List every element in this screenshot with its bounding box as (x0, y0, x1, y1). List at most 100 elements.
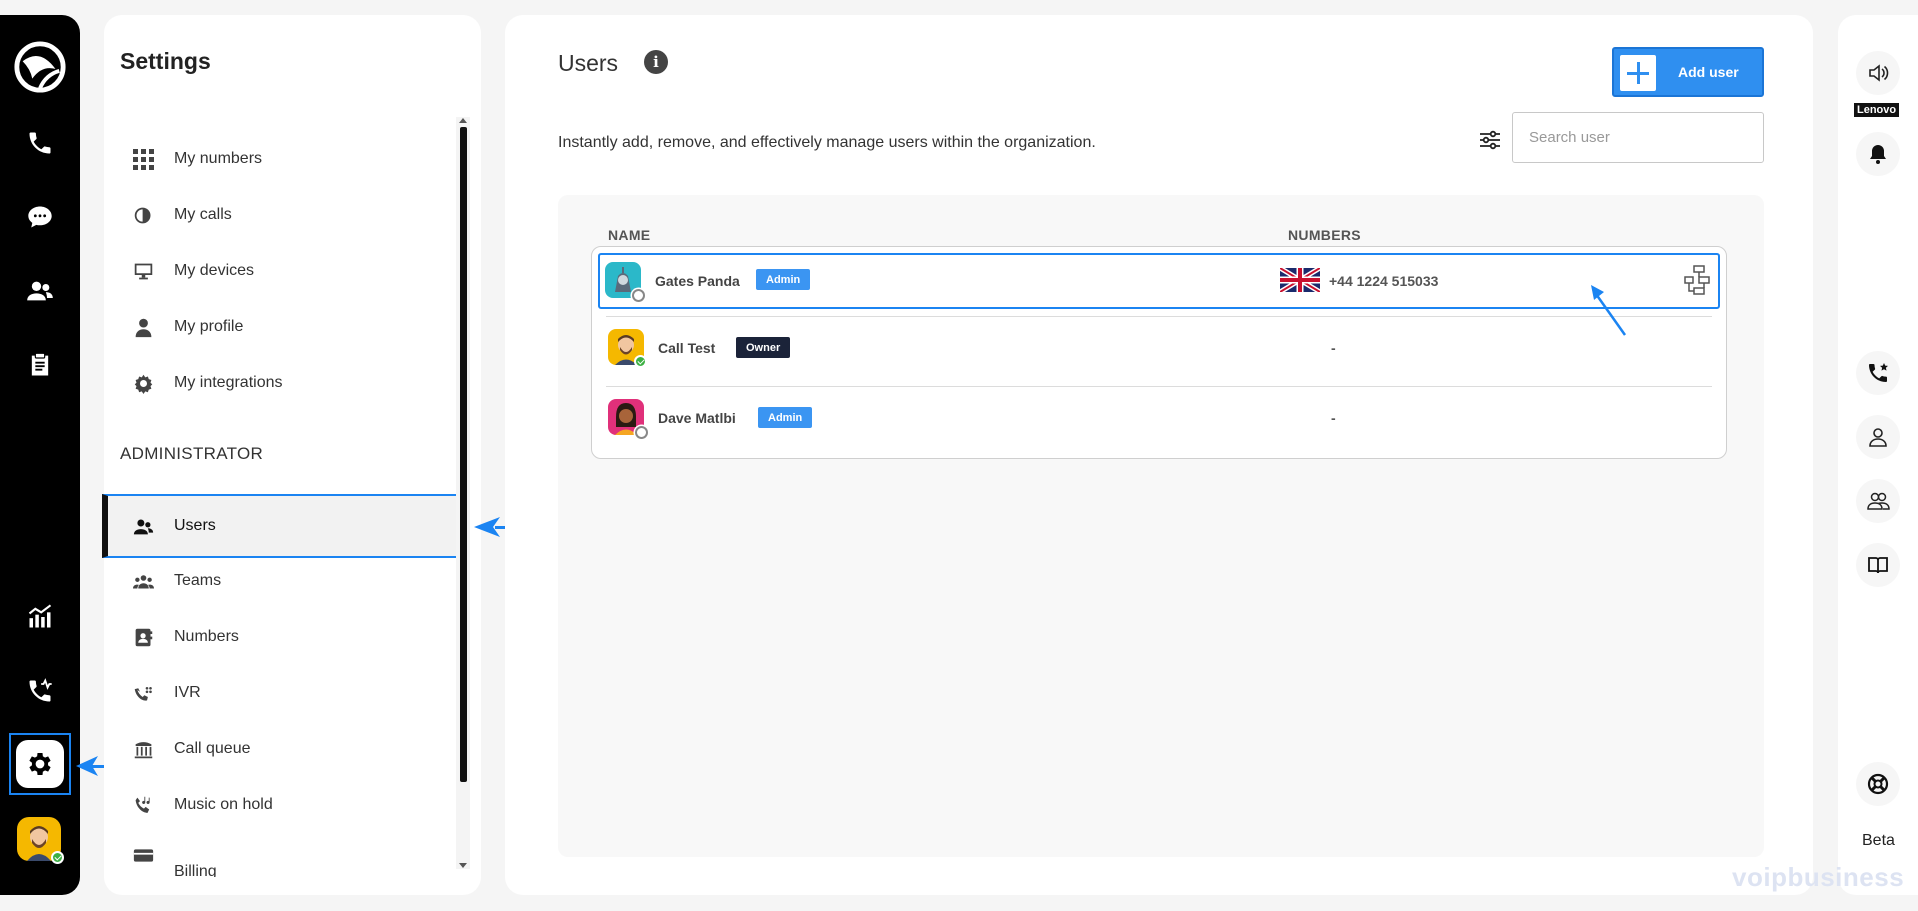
menu-item-label: Music on hold (174, 796, 273, 813)
right-rail: Lenovo Beta (1838, 15, 1918, 895)
menu-item-label: My profile (174, 318, 244, 335)
table-row[interactable]: Call Test Owner - (598, 318, 1720, 376)
user-name: Call Test (658, 340, 716, 356)
beta-label: Beta (1862, 832, 1895, 849)
scrollbar-thumb[interactable] (460, 127, 467, 782)
annotation-arrowhead (76, 756, 98, 776)
music-hold-icon (132, 794, 154, 816)
table-row[interactable]: Gates Panda Admin +44 1224 515033 (598, 253, 1720, 309)
menu-item-my-devices[interactable]: My devices (104, 243, 459, 299)
role-badge: Admin (758, 407, 813, 428)
menu-item-call-queue[interactable]: Call queue (104, 721, 459, 777)
user-avatar (608, 329, 647, 368)
rail-call-activity-button[interactable] (20, 671, 60, 711)
users-list: Gates Panda Admin +44 1224 515033 Call T… (591, 246, 1727, 459)
menu-item-my-profile[interactable]: My profile (104, 299, 459, 355)
contact-book-icon (132, 626, 154, 648)
contacts-icon (27, 281, 53, 301)
user-number: +44 1224 515033 (1329, 273, 1439, 289)
row-divider (606, 386, 1712, 387)
user-number: - (1331, 410, 1336, 426)
notifications-button[interactable] (1856, 132, 1900, 176)
ivr-icon (132, 682, 154, 704)
gear-icon (29, 753, 51, 775)
monitor-icon (132, 260, 154, 282)
menu-item-label: Users (174, 517, 216, 534)
rail-notes-button[interactable] (20, 345, 60, 385)
info-icon[interactable]: i (644, 50, 668, 74)
menu-item-music-on-hold[interactable]: Music on hold (104, 777, 459, 833)
book-icon (1868, 557, 1888, 574)
users-icon (132, 515, 154, 537)
menu-item-label: Billing (174, 863, 217, 877)
bell-icon (1870, 145, 1886, 164)
role-badge: Admin (756, 269, 811, 290)
favorite-calls-button[interactable] (1856, 351, 1900, 395)
table-row[interactable]: Dave Matlbi Admin - (598, 388, 1720, 446)
integrations-icon (132, 372, 154, 394)
users-table: NAME NUMBERS Gates Panda Admin +44 1224 … (558, 195, 1764, 857)
rail-analytics-button[interactable] (20, 597, 60, 637)
queue-icon (132, 738, 154, 760)
current-user-avatar[interactable] (17, 817, 64, 864)
phone-icon (29, 132, 51, 154)
group-button[interactable] (1856, 479, 1900, 523)
call-activity-icon (29, 678, 52, 702)
menu-item-label: Teams (174, 572, 222, 589)
menu-item-my-numbers[interactable]: My numbers (104, 131, 459, 187)
rail-settings-button[interactable] (9, 733, 71, 795)
logo[interactable] (12, 39, 68, 95)
scroll-down-icon[interactable] (459, 863, 467, 868)
page-title: Users (558, 50, 619, 76)
row-divider (606, 316, 1712, 317)
offline-status-icon (632, 289, 645, 302)
directory-button[interactable] (1856, 543, 1900, 587)
menu-item-users[interactable]: Users (102, 494, 459, 558)
name-column-header: NAME (608, 227, 651, 243)
menu-item-my-integrations[interactable]: My integrations (104, 355, 459, 411)
menu-item-ivr[interactable]: IVR (104, 665, 459, 721)
menu-item-numbers[interactable]: Numbers (104, 609, 459, 665)
settings-panel: Settings My numbers My calls My devices … (102, 15, 481, 895)
phone-star-icon (1869, 363, 1888, 382)
uk-flag-icon (1280, 268, 1320, 292)
menu-item-billing[interactable]: Billing (104, 833, 459, 877)
numbers-column-header: NUMBERS (1288, 227, 1361, 243)
rail-calls-button[interactable] (20, 123, 60, 163)
menu-item-label: Numbers (174, 628, 239, 645)
plus-icon (1620, 55, 1656, 91)
user-name: Gates Panda (655, 273, 740, 289)
menu-item-label: Call queue (174, 740, 251, 757)
contact-button[interactable] (1856, 415, 1900, 459)
speaker-icon (1869, 64, 1889, 82)
scroll-up-icon[interactable] (459, 118, 467, 123)
add-user-label: Add user (1678, 64, 1739, 80)
device-label: Lenovo (1854, 103, 1900, 117)
user-name: Dave Matlbi (658, 410, 736, 426)
settings-scrollbar[interactable] (456, 117, 470, 869)
filter-icon[interactable] (1478, 128, 1502, 152)
rail-contacts-button[interactable] (20, 271, 60, 311)
rail-chat-button[interactable] (20, 197, 60, 237)
online-status-icon (634, 355, 647, 368)
group-outline-icon (1867, 492, 1890, 510)
logo-icon (14, 41, 66, 93)
menu-item-label: My calls (174, 206, 232, 223)
routing-flow-icon[interactable] (1683, 265, 1711, 295)
add-user-button[interactable]: Add user (1612, 47, 1764, 97)
search-user-input[interactable] (1512, 112, 1764, 163)
speaker-button[interactable] (1856, 51, 1900, 95)
menu-item-label: My numbers (174, 150, 263, 167)
analytics-icon (28, 604, 52, 628)
menu-item-label: My devices (174, 262, 255, 279)
support-button[interactable] (1856, 762, 1900, 806)
menu-item-label: IVR (174, 684, 201, 701)
brand-watermark: voipbusiness (1732, 862, 1905, 892)
page-subtitle: Instantly add, remove, and effectively m… (558, 134, 1096, 151)
menu-item-my-calls[interactable]: My calls (104, 187, 459, 243)
lifebuoy-icon (1867, 773, 1889, 795)
user-number: - (1331, 340, 1336, 356)
users-page: Users i Add user Instantly add, remove, … (505, 15, 1813, 895)
menu-item-teams[interactable]: Teams (104, 553, 459, 609)
settings-highlight (16, 740, 64, 788)
